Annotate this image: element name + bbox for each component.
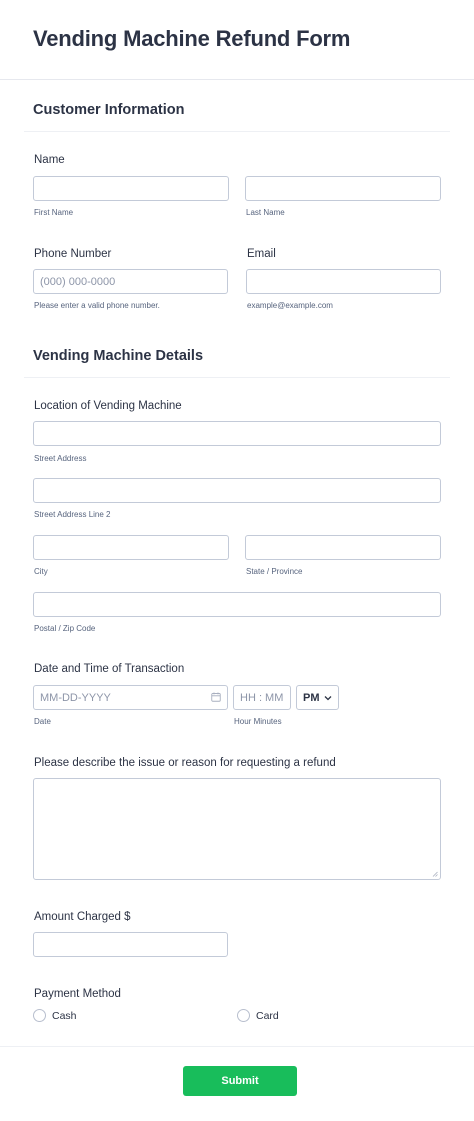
state-sublabel: State / Province [246, 567, 303, 576]
time-input[interactable] [233, 685, 291, 710]
payment-option-label: Cash [52, 1009, 77, 1022]
state-input[interactable] [245, 535, 441, 560]
chevron-down-icon [324, 696, 332, 701]
payment-option-cash[interactable]: Cash [33, 1009, 77, 1022]
date-sublabel: Date [34, 717, 51, 726]
last-name-input[interactable] [245, 176, 441, 201]
location-label: Location of Vending Machine [34, 400, 182, 412]
time-sublabel: Hour Minutes [234, 717, 282, 726]
reason-textarea[interactable] [33, 778, 441, 880]
amount-label: Amount Charged $ [34, 911, 131, 923]
footer-divider [0, 1046, 474, 1047]
ampm-value: PM [303, 691, 320, 704]
radio-card[interactable] [237, 1009, 250, 1022]
submit-button[interactable]: Submit [183, 1066, 297, 1096]
street-address-line2-input[interactable] [33, 478, 441, 503]
city-sublabel: City [34, 567, 48, 576]
phone-sublabel: Please enter a valid phone number. [34, 301, 160, 310]
email-label: Email [247, 248, 276, 260]
calendar-icon[interactable] [211, 692, 221, 702]
form-title: Vending Machine Refund Form [33, 26, 351, 51]
form-header: Vending Machine Refund Form [0, 0, 474, 80]
payment-option-label: Card [256, 1009, 279, 1022]
city-input[interactable] [33, 535, 229, 560]
date-input[interactable] [33, 685, 228, 710]
section-title-machine: Vending Machine Details [33, 348, 204, 364]
payment-option-card[interactable]: Card [237, 1009, 279, 1022]
last-name-sublabel: Last Name [246, 208, 285, 217]
phone-input[interactable] [33, 269, 228, 294]
street-address-sublabel: Street Address [34, 454, 87, 463]
first-name-input[interactable] [33, 176, 229, 201]
section-divider [24, 377, 450, 378]
email-sublabel: example@example.com [247, 301, 333, 310]
payment-label: Payment Method [34, 988, 121, 1000]
amount-input[interactable] [33, 932, 228, 957]
datetime-label: Date and Time of Transaction [34, 663, 185, 675]
radio-cash[interactable] [33, 1009, 46, 1022]
section-divider [24, 131, 450, 132]
reason-label: Please describe the issue or reason for … [34, 757, 336, 769]
email-input[interactable] [246, 269, 441, 294]
postal-code-sublabel: Postal / Zip Code [34, 624, 96, 633]
section-title-customer: Customer Information [33, 102, 185, 118]
first-name-sublabel: First Name [34, 208, 74, 217]
street-address-line2-sublabel: Street Address Line 2 [34, 510, 111, 519]
resize-grip-icon[interactable] [432, 871, 438, 877]
date-field [33, 685, 228, 710]
street-address-input[interactable] [33, 421, 441, 446]
ampm-select[interactable]: PM [296, 685, 339, 710]
phone-label: Phone Number [34, 248, 112, 260]
postal-code-input[interactable] [33, 592, 441, 617]
name-label: Name [34, 154, 65, 166]
